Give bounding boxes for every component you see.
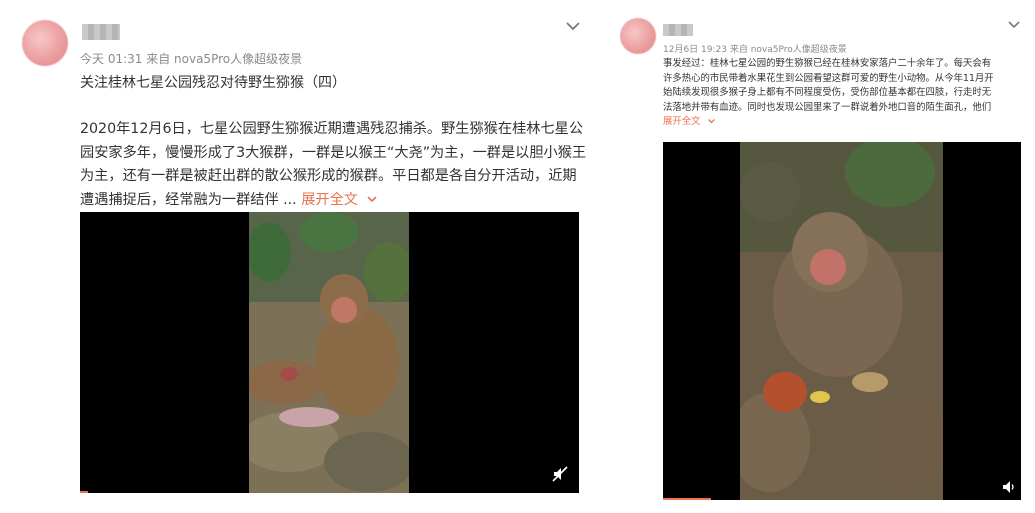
body-line: 为主，还有一群是被赶出群的散公猴形成的猴群。平日都是各自分开活动，近期 [80,168,577,184]
right-weibo-post: 12月6日 19:23 来自 nova5Pro人像超级夜景 事发经过：桂林七星公… [608,0,1035,513]
body-line: 园安家多年，慢慢形成了3大猴群，一群是以猴王“大尧”为主，一群是以胆小猴王 [80,144,587,161]
expand-label: 展开全文 [663,116,701,127]
body-line: 许多热心的市民带着水果花生到公园看望这群可爱的野生小动物。从今年11月开 [663,72,994,84]
expand-full-text-link[interactable]: 展开全文 [301,192,378,208]
username-blurred[interactable] [663,24,693,36]
video-player[interactable] [80,212,579,493]
left-weibo-post: 今天 01:31 来自 nova5Pro人像超级夜景 关注桂林七星公园残忍对待野… [0,0,600,513]
post-body: 事发经过：桂林七星公园的野生猕猴已经在桂林安家落户二十余年了。每天会有 许多热心… [663,57,1035,130]
chevron-down-icon[interactable] [564,20,582,32]
avatar[interactable] [22,20,68,66]
post-meta: 12月6日 19:23 来自 nova5Pro人像超级夜景 [663,45,847,55]
video-player[interactable] [663,142,1021,500]
progress-indicator [80,491,88,493]
speaker-icon[interactable] [1002,480,1016,494]
progress-indicator [663,498,711,500]
expand-label: 展开全文 [301,191,358,208]
body-line: 法落地并带有血迹。同时也发现公园里来了一群说着外地口音的陌生面孔，他们 [663,101,992,113]
body-line: 2020年12月6日，七星公园野生猕猴近期遭遇残忍捕杀。野生猕猴在桂林七星公 [80,121,584,137]
post-body: 2020年12月6日，七星公园野生猕猴近期遭遇残忍捕杀。野生猕猴在桂林七星公 园… [80,118,600,212]
video-frame-monkey [740,142,943,500]
username-blurred[interactable] [82,24,120,40]
chevron-down-icon[interactable] [1007,20,1021,30]
video-frame-monkeys [249,212,409,493]
body-line-last: 遭遇捕捉后，经常融为一群结伴 ... 展开全文 [80,189,600,213]
chevron-down-icon [367,196,378,203]
body-line: 始陆续发现很多猴子身上都有不同程度受伤，受伤部位基本都在四肢，行走时无 [663,87,992,98]
post-title: 关注桂林七星公园残忍对待野生猕猴（四） [80,75,346,91]
body-line: 遭遇捕捉后，经常融为一群结伴 ... [80,191,297,208]
chevron-down-icon [707,119,715,124]
body-line: 事发经过：桂林七星公园的野生猕猴已经在桂林安家落户二十余年了。每天会有 [663,58,992,69]
avatar[interactable] [620,18,656,54]
post-meta: 今天 01:31 来自 nova5Pro人像超级夜景 [80,52,303,66]
speaker-muted-icon[interactable] [552,466,568,482]
expand-full-text-link[interactable]: 展开全文 [663,115,1035,130]
